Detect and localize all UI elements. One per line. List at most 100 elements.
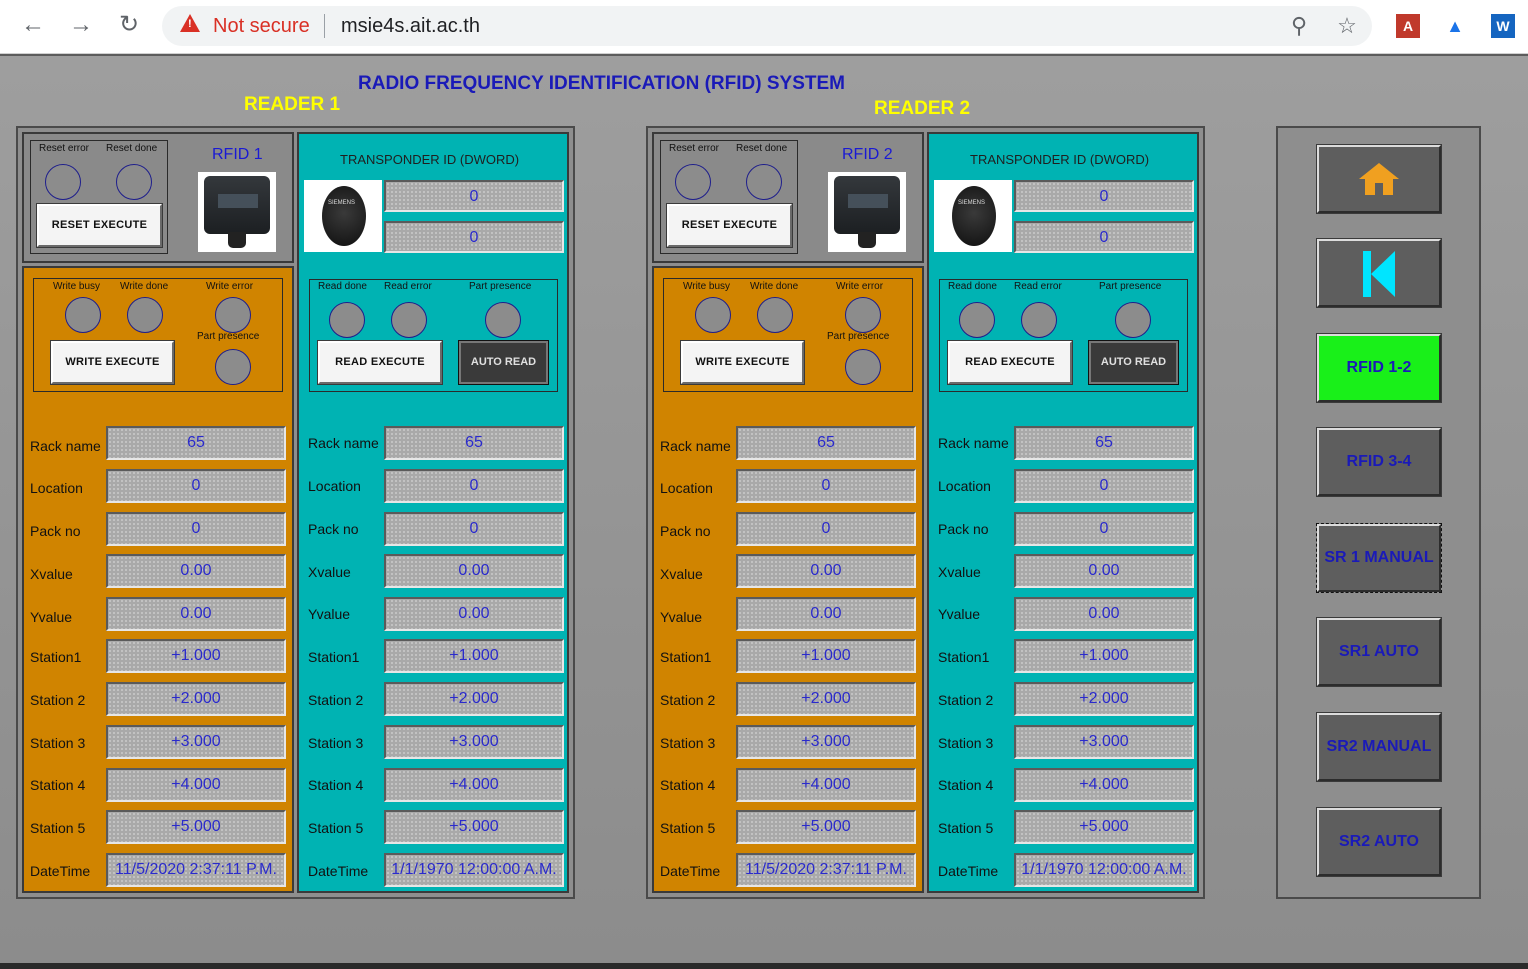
zoom-icon[interactable]: ⚲ [1286,13,1312,39]
value-field[interactable]: 65 [1014,426,1194,460]
reload-icon[interactable]: ↻ [114,10,144,40]
forward-arrow-icon[interactable]: → [66,10,96,40]
value-field[interactable]: +5.000 [106,810,286,844]
read-execute-button[interactable]: READ EXECUTE [317,340,443,385]
rfid-reader-device-image [828,172,906,252]
transponder-tag-image: SIEMENS [934,180,1012,252]
value-field[interactable]: 0.00 [384,554,564,588]
transponder-id-title: TRANSPONDER ID (DWORD) [340,152,520,167]
value-field[interactable]: +1.000 [1014,639,1194,673]
pdf-extension-icon[interactable]: A [1396,14,1420,38]
value-field[interactable]: 0 [384,469,564,503]
value-field[interactable]: +5.000 [736,810,916,844]
write-error-indicator [845,297,881,333]
value-field[interactable]: +1.000 [106,639,286,673]
nav-rfid-1-2-button[interactable]: RFID 1-2 [1316,333,1442,403]
value-field[interactable]: 0.00 [106,554,286,588]
reset-execute-button[interactable]: RESET EXECUTE [36,203,163,248]
value-field[interactable]: 1/1/1970 12:00:00 A.M. [1014,853,1194,887]
value-field[interactable]: 0.00 [384,597,564,631]
value-field[interactable]: +1.000 [736,639,916,673]
value-field[interactable]: 65 [736,426,916,460]
nav-sr2-manual-button[interactable]: SR2 MANUAL [1316,712,1442,782]
reset-error-indicator [45,164,81,200]
home-button[interactable] [1316,144,1442,214]
nav-sr1-auto-button[interactable]: SR1 AUTO [1316,617,1442,687]
value-field[interactable]: +3.000 [736,725,916,759]
field-label: DateTime [660,863,721,879]
field-label: Station1 [30,649,82,665]
value-field[interactable]: 0 [1014,469,1194,503]
value-field[interactable]: 0 [106,469,286,503]
page-title: RADIO FREQUENCY IDENTIFICATION (RFID) SY… [358,73,845,94]
write-busy-indicator [695,297,731,333]
auto-read-button[interactable]: AUTO READ [458,340,549,385]
value-field[interactable]: 0.00 [106,597,286,631]
value-field[interactable]: +1.000 [384,639,564,673]
field-label: Station 5 [938,820,994,836]
value-field[interactable]: 0 [736,469,916,503]
field-label: Yvalue [938,606,981,622]
write-done-indicator [127,297,163,333]
graduation-cap-extension-icon[interactable]: ▲ [1443,14,1467,38]
value-field[interactable]: 0 [106,512,286,546]
nav-sr1-manual-button[interactable]: SR 1 MANUAL [1316,523,1442,593]
read-done-label: Read done [948,281,997,292]
bookmark-star-icon[interactable]: ☆ [1334,13,1360,39]
value-field[interactable]: +2.000 [106,682,286,716]
nav-sr2-auto-button[interactable]: SR2 AUTO [1316,807,1442,877]
value-field[interactable]: 11/5/2020 2:37:11 P.M. [106,853,286,887]
value-field[interactable]: +4.000 [736,768,916,802]
field-label: Xvalue [30,566,73,582]
value-field[interactable]: 0.00 [1014,554,1194,588]
reset-done-label: Reset done [106,143,158,154]
write-busy-label: Write busy [683,281,731,292]
value-field[interactable]: +3.000 [106,725,286,759]
value-field[interactable]: 1/1/1970 12:00:00 A.M. [384,853,564,887]
value-field[interactable]: 0 [384,512,564,546]
write-execute-button[interactable]: WRITE EXECUTE [680,340,805,385]
value-field[interactable]: 0.00 [1014,597,1194,631]
reset-execute-button[interactable]: RESET EXECUTE [666,203,793,248]
value-field[interactable]: +5.000 [384,810,564,844]
url-text[interactable]: msie4s.ait.ac.th [341,15,480,38]
skip-back-icon [1363,251,1395,297]
transponder-id-2-field: 0 [1014,221,1194,253]
read-error-label: Read error [384,281,432,292]
field-label: Pack no [938,521,989,537]
value-field[interactable]: +3.000 [1014,725,1194,759]
value-field[interactable]: +4.000 [106,768,286,802]
write-done-indicator [757,297,793,333]
field-label: Station1 [660,649,712,665]
value-field[interactable]: +4.000 [384,768,564,802]
value-field[interactable]: +2.000 [1014,682,1194,716]
value-field[interactable]: 11/5/2020 2:37:11 P.M. [736,853,916,887]
value-field[interactable]: +3.000 [384,725,564,759]
value-field[interactable]: +4.000 [1014,768,1194,802]
back-button[interactable] [1316,238,1442,308]
transponder-id-1-field: 0 [384,180,564,212]
write-execute-button[interactable]: WRITE EXECUTE [50,340,175,385]
value-field[interactable]: 65 [106,426,286,460]
write-done-label: Write done [120,281,169,292]
reset-error-indicator [675,164,711,200]
value-field[interactable]: +2.000 [384,682,564,716]
back-arrow-icon[interactable]: ← [18,10,48,40]
value-field[interactable]: 0.00 [736,597,916,631]
value-field[interactable]: 0.00 [736,554,916,588]
read-execute-button[interactable]: READ EXECUTE [947,340,1073,385]
field-label: Station 4 [308,777,364,793]
value-field[interactable]: 0 [1014,512,1194,546]
value-field[interactable]: +2.000 [736,682,916,716]
field-label: Location [308,478,361,494]
address-bar[interactable]: Not secure msie4s.ait.ac.th ⚲ ☆ [162,6,1372,46]
auto-read-button[interactable]: AUTO READ [1088,340,1179,385]
value-field[interactable]: 0 [736,512,916,546]
value-field[interactable]: 65 [384,426,564,460]
word-extension-icon[interactable]: W [1491,14,1515,38]
value-field[interactable]: +5.000 [1014,810,1194,844]
nav-rfid-3-4-button[interactable]: RFID 3-4 [1316,427,1442,497]
reset-done-indicator [116,164,152,200]
security-status[interactable]: Not secure [213,15,310,38]
browser-toolbar: ← → ↻ Not secure msie4s.ait.ac.th ⚲ ☆ A … [0,0,1528,54]
